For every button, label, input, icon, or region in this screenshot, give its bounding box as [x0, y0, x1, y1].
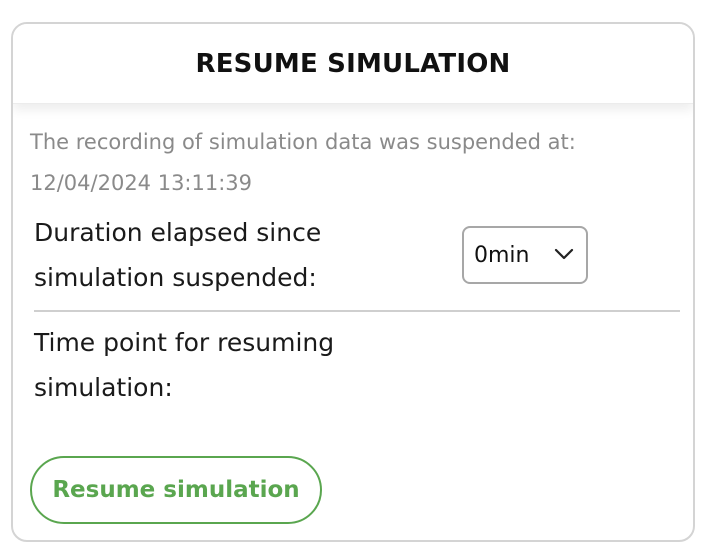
suspended-message: The recording of simulation data was sus… — [30, 130, 576, 154]
chevron-down-icon — [554, 248, 574, 260]
resume-simulation-label: Resume simulation — [52, 477, 300, 503]
suspended-timestamp: 12/04/2024 13:11:39 — [30, 171, 253, 195]
duration-select-value: 0min — [474, 242, 530, 268]
resume-simulation-button[interactable]: Resume simulation — [30, 456, 322, 524]
resume-simulation-card: RESUME SIMULATION The recording of simul… — [11, 22, 695, 542]
duration-select[interactable]: 0min — [462, 226, 588, 284]
page-title: RESUME SIMULATION — [195, 48, 511, 79]
timepoint-label: Time point for resuming simulation: — [34, 328, 335, 402]
divider — [34, 310, 680, 312]
card-header: RESUME SIMULATION — [13, 24, 693, 104]
duration-elapsed-label: Duration elapsed since simulation suspen… — [34, 218, 322, 292]
suspended-info: The recording of simulation data was sus… — [30, 122, 680, 204]
